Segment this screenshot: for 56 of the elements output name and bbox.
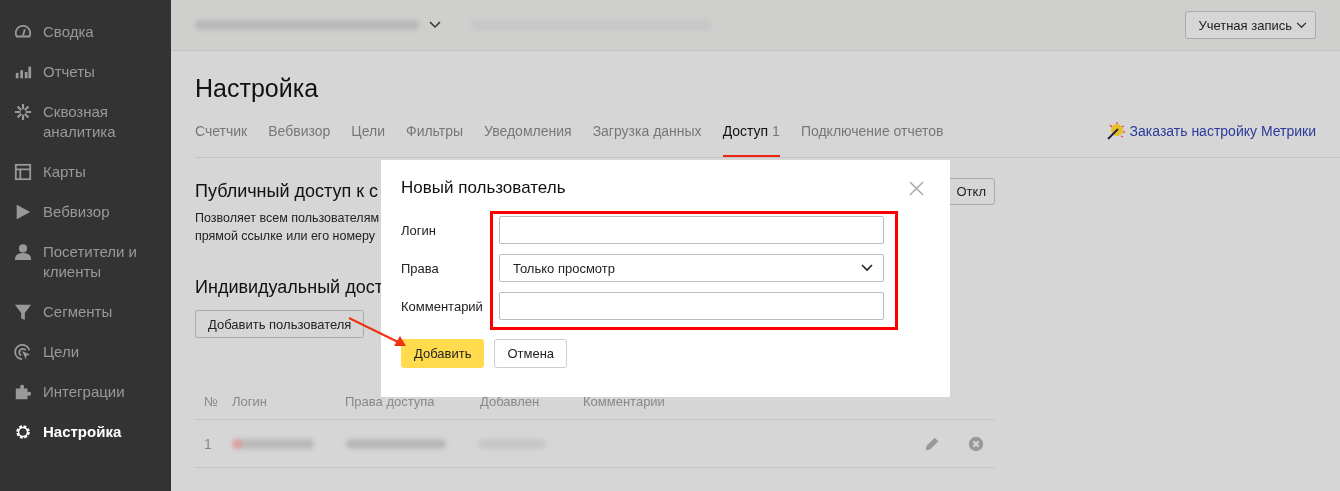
tab[interactable]: Счетчик — [195, 123, 248, 157]
sidebar-item[interactable]: Настройка — [0, 412, 171, 452]
order-setup-link[interactable]: Заказать настройку Метрики — [1129, 123, 1316, 139]
sidebar-item[interactable]: Сегменты — [0, 292, 171, 332]
add-user-button[interactable]: Добавить пользователя — [195, 310, 365, 338]
sidebar-item[interactable]: Сводка — [0, 12, 171, 52]
cancel-button[interactable]: Отмена — [494, 339, 568, 368]
tab[interactable]: Доступ 1 — [722, 123, 780, 157]
asterisk-icon — [14, 103, 32, 121]
toggle-button[interactable]: Откл — [947, 178, 995, 205]
dialog-title: Новый пользователь — [401, 178, 566, 198]
magic-wand-icon — [1105, 121, 1126, 141]
sidebar-item[interactable]: Сквозная аналитика — [0, 92, 171, 152]
layout-icon — [14, 163, 32, 181]
sidebar-item[interactable]: Отчеты — [0, 52, 171, 92]
tab[interactable]: Цели — [351, 123, 385, 157]
settings-icon — [14, 423, 32, 441]
page-title: Настройка — [195, 73, 320, 103]
chevron-down-icon — [1296, 21, 1307, 29]
add-button[interactable]: Добавить — [401, 339, 485, 368]
description-text: Позволяет всем пользователям — [195, 210, 380, 227]
account-button[interactable]: Учетная запись — [1185, 11, 1316, 39]
tab[interactable]: Вебвизор — [268, 123, 331, 157]
target-icon — [14, 343, 32, 361]
field-label: Логин — [401, 222, 437, 238]
field-label: Права — [401, 260, 440, 276]
column-header: Логин — [232, 393, 268, 409]
chevron-down-icon — [429, 21, 441, 29]
chevron-down-icon — [861, 264, 873, 272]
tab[interactable]: Подключение отчетов — [800, 123, 944, 157]
play-icon — [14, 203, 32, 221]
rights-dropdown[interactable]: Только просмотр — [499, 254, 884, 282]
input-field[interactable] — [499, 216, 884, 244]
input-field[interactable] — [499, 292, 884, 320]
sidebar-item[interactable]: Цели — [0, 332, 171, 372]
column-header: № — [203, 393, 219, 409]
column-header: Права доступа — [345, 393, 436, 409]
sidebar-item[interactable]: Вебвизор — [0, 192, 171, 232]
tab[interactable]: Фильтры — [406, 123, 464, 157]
sidebar-item[interactable]: Карты — [0, 152, 171, 192]
puzzle-icon — [14, 383, 32, 401]
section-heading: Индивидуальный дост — [195, 277, 384, 298]
tab[interactable]: Загрузка данных — [592, 123, 702, 157]
sidebar-item[interactable]: Посетители и клиенты — [0, 232, 171, 292]
column-header: Добавлен — [480, 393, 541, 409]
description-text: прямой ссылке или его номеру — [195, 228, 376, 245]
person-icon — [14, 243, 32, 261]
delete-icon[interactable] — [967, 434, 985, 453]
field-label: Комментарий — [401, 298, 484, 314]
section-heading: Публичный доступ к с — [195, 181, 379, 202]
table-cell-text: 1 — [203, 435, 213, 452]
sidebar-item[interactable]: Интеграции — [0, 372, 171, 412]
column-header: Комментарии — [583, 393, 665, 409]
tab[interactable]: Уведомления — [484, 123, 572, 157]
funnel-icon — [14, 303, 32, 321]
close-icon[interactable] — [909, 180, 924, 196]
